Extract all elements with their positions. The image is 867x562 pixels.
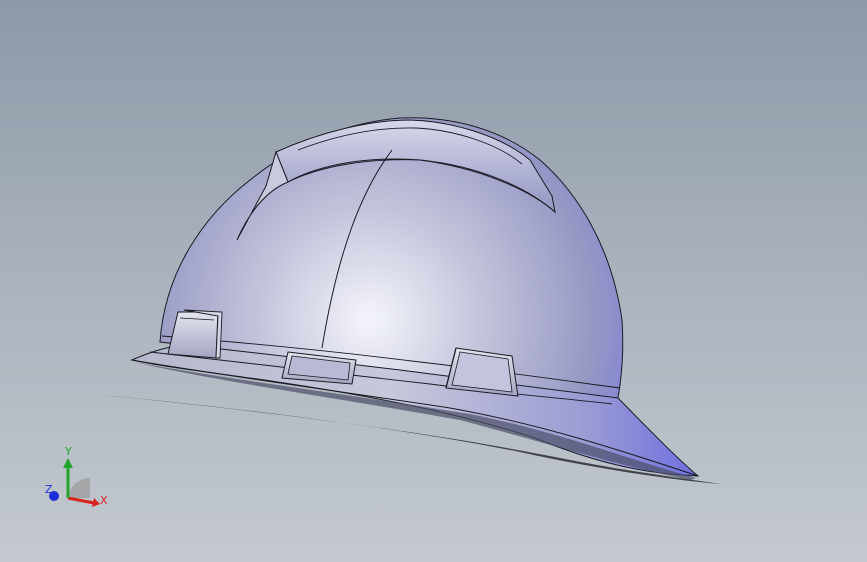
graphics-viewport[interactable]: X Y Z	[0, 0, 867, 562]
triad-z-label: Z	[45, 483, 53, 496]
model-view[interactable]	[0, 0, 867, 562]
triad-x-arrow	[92, 498, 100, 507]
triad-x-label: X	[100, 494, 108, 507]
triad-x-axis	[67, 496, 95, 505]
triad-y-arrow	[63, 458, 73, 468]
triad-y-label: Y	[64, 445, 72, 458]
coordinate-triad: X Y Z	[45, 445, 108, 507]
accessory-slot-right	[445, 347, 519, 397]
triad-rotation-arc	[68, 477, 90, 498]
